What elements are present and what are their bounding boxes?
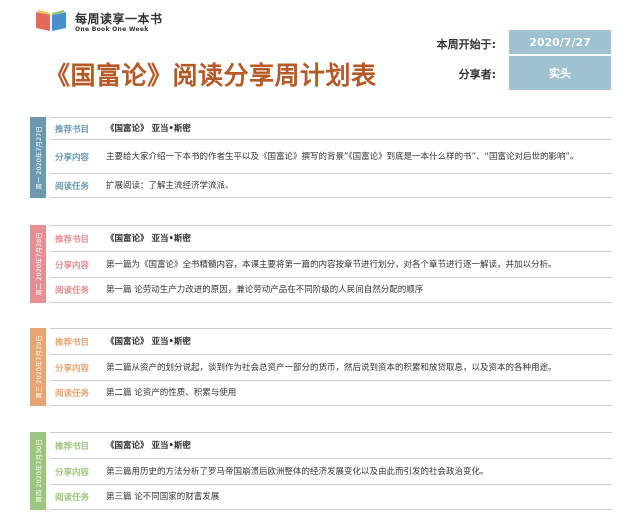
row-text: 第一篇 论劳动生产力改进的原因，兼论劳动产品在不同阶级的人民间自然分配的顺序 [106,285,424,295]
row-content: 分享内容 主要给大家介绍一下本书的作者生平以及《国富论》撰写的背景”《国富论》到… [50,140,612,174]
day-tab-label: 周一 2020年7月27日 [35,125,43,190]
row-text: 主要给大家介绍一下本书的作者生平以及《国富论》撰写的背景”《国富论》到底是一本什… [106,151,579,162]
day-tab-label: 周四 2020年7月30日 [35,439,43,503]
day-block-thursday: 周四 2020年7月30日 推荐书目 《国富论》 亚当•斯密 分享内容 第三篇用… [30,432,612,510]
row-text: 第三篇 论不同国家的财富发展 [106,492,220,502]
row-text: 扩展阅读：了解主流经济学流派、 [106,180,234,191]
row-content: 分享内容 第二篇从资产的划分说起，谈到作为社会总资产一部分的货币，然后说到资本的… [50,355,612,381]
book-icon [36,10,66,31]
row-task: 阅读任务 扩展阅读：了解主流经济学流派、 [50,174,612,198]
row-task: 阅读任务 第三篇 论不同国家的财富发展 [50,485,612,510]
row-label: 推荐书目 [55,124,90,135]
row-label: 推荐书目 [55,441,90,452]
day-tab: 周三 2020年7月29日 [30,328,46,406]
row-text: 第二篇从资产的划分说起，谈到作为社会总资产一部分的货币，然后说到资本的积累和放贷… [106,362,557,373]
row-label: 阅读任务 [55,389,90,399]
day-tab: 周一 2020年7月27日 [30,117,46,198]
row-text: 第一篇为《国富论》全书精髓内容，本课主要将第一篇的内容按章节进行划分，对各个章节… [106,259,557,270]
logo: 每周读享一本书 One Book One Week [34,6,162,36]
row-label: 分享内容 [55,152,90,163]
row-label: 分享内容 [55,363,90,374]
page-title: 《国富论》阅读分享周计划表 [45,61,377,90]
start-date-label: 本周开始于: [436,38,496,51]
row-text: 《国富论》 亚当•斯密 [106,336,191,347]
logo-text-cn: 每周读享一本书 [75,12,163,26]
row-label: 分享内容 [55,260,90,271]
row-content: 分享内容 第三篇用历史的方法分析了罗马帝国崩溃后欧洲整体的经济发展变化以及由此而… [50,459,612,485]
row-book: 推荐书目 《国富论》 亚当•斯密 [50,329,612,355]
day-tab-label: 周三 2020年7月29日 [35,335,43,399]
sharer-value: 实头 [509,56,611,90]
row-label: 分享内容 [55,467,90,478]
row-text: 《国富论》 亚当•斯密 [106,233,191,244]
row-book: 推荐书目 《国富论》 亚当•斯密 [50,226,612,252]
row-label: 推荐书目 [55,337,90,348]
day-block-tuesday: 周二 2020年7月28日 推荐书目 《国富论》 亚当•斯密 分享内容 第一篇为… [30,225,612,303]
row-task: 阅读任务 第一篇 论劳动生产力改进的原因，兼论劳动产品在不同阶级的人民间自然分配… [50,278,612,303]
row-label: 阅读任务 [55,286,90,296]
row-task: 阅读任务 第二篇 论资产的性质、积累与使用 [50,381,612,406]
day-block-monday: 周一 2020年7月27日 推荐书目 《国富论》 亚当•斯密 分享内容 主要给大… [30,117,612,198]
row-label: 推荐书目 [55,234,90,245]
row-label: 阅读任务 [55,181,90,192]
row-text: 第三篇用历史的方法分析了罗马帝国崩溃后欧洲整体的经济发展变化以及由此而引发的社会… [106,466,489,477]
row-text: 《国富论》 亚当•斯密 [106,440,191,451]
row-text: 《国富论》 亚当•斯密 [106,123,191,134]
row-book: 推荐书目 《国富论》 亚当•斯密 [50,118,612,140]
row-text: 第二篇 论资产的性质、积累与使用 [106,388,237,398]
sharer-label: 分享者: [458,68,496,81]
row-book: 推荐书目 《国富论》 亚当•斯密 [50,433,612,459]
row-content: 分享内容 第一篇为《国富论》全书精髓内容，本课主要将第一篇的内容按章节进行划分，… [50,252,612,278]
day-tab: 周二 2020年7月28日 [30,225,46,303]
logo-text-en: One Book One Week [75,26,149,33]
row-label: 阅读任务 [55,493,90,503]
day-block-wednesday: 周三 2020年7月29日 推荐书目 《国富论》 亚当•斯密 分享内容 第二篇从… [30,328,612,406]
day-tab-label: 周二 2020年7月28日 [35,232,43,296]
start-date-value: 2020/7/27 [509,30,611,54]
day-tab: 周四 2020年7月30日 [30,432,46,510]
